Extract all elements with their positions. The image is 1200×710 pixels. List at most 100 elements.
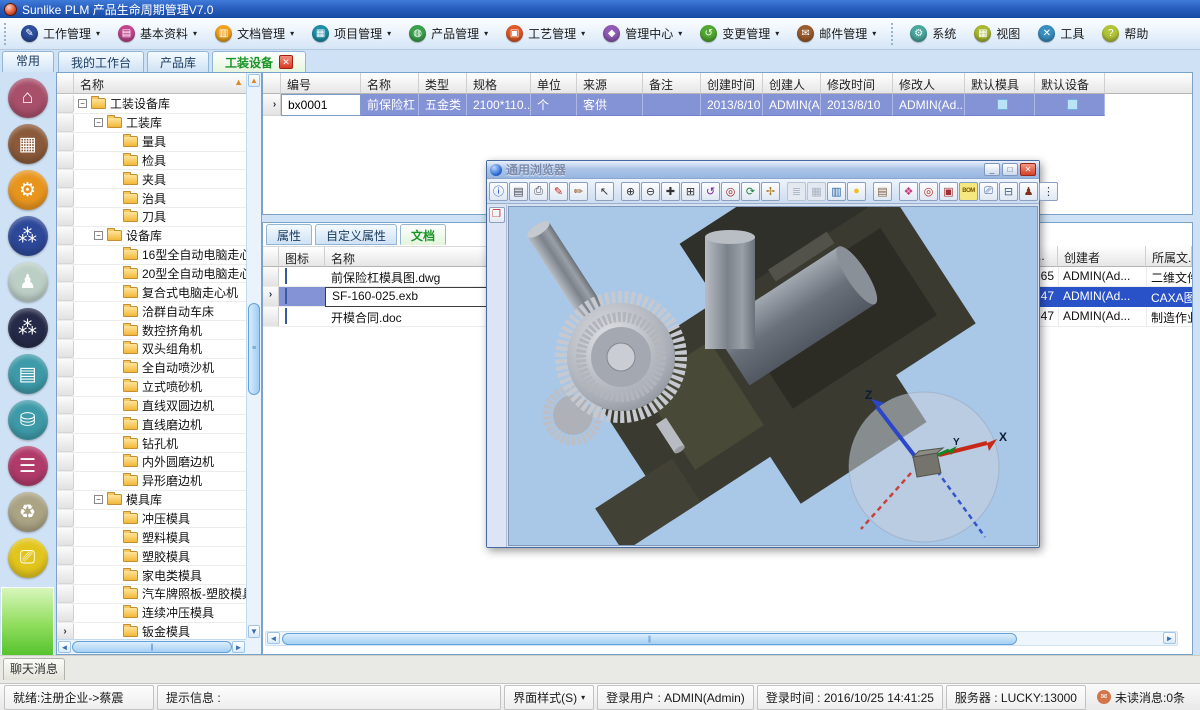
tree-vscroll-thumb[interactable]: ≡	[248, 303, 260, 395]
tree-row-selector[interactable]	[57, 491, 74, 509]
document-row[interactable]: 前保险杠模具图.dwg	[263, 267, 493, 287]
tree-row-selector[interactable]: ›	[57, 623, 74, 639]
refresh-icon[interactable]: ⟳	[741, 182, 760, 201]
tree-row-selector[interactable]	[57, 208, 74, 226]
tree-row-selector[interactable]	[57, 359, 74, 377]
menu-item-文档管理[interactable]: ▥文档管理▾	[206, 22, 303, 45]
tree-row-selector[interactable]	[57, 152, 74, 170]
doc-column-名称[interactable]: 名称	[325, 246, 491, 267]
meta-row[interactable]: 47ADMIN(Ad...制造作业	[1032, 307, 1192, 327]
tree-row-selector[interactable]	[57, 415, 74, 433]
tree-column-header[interactable]: 名称 ▲	[57, 73, 246, 94]
tree-row-selector[interactable]	[57, 189, 74, 207]
grid-column-修改时间[interactable]: 修改时间	[821, 73, 893, 94]
pan-hand-icon[interactable]: ✢	[761, 182, 780, 201]
sidebar-header-tab[interactable]: 常用	[2, 51, 54, 72]
tree-row-selector[interactable]	[57, 246, 74, 264]
tree-item[interactable]: 复合式电脑走心机	[57, 283, 246, 302]
close-button[interactable]: ✕	[1020, 163, 1036, 176]
tree-item[interactable]: 家电类模具	[57, 566, 246, 585]
tree-row-selector[interactable]	[57, 114, 74, 132]
tree-item[interactable]: 治具	[57, 189, 246, 208]
menu-item-帮助[interactable]: ?帮助	[1093, 22, 1157, 45]
menu-item-产品管理[interactable]: ◍产品管理▾	[400, 22, 497, 45]
tree-item[interactable]: 全自动喷沙机	[57, 359, 246, 378]
checkbox-默认模具[interactable]	[997, 99, 1008, 110]
detail-tab-属性[interactable]: 属性	[266, 224, 312, 245]
menu-item-基本资料[interactable]: ▤基本资料▾	[109, 22, 206, 45]
compare-icon[interactable]: ❖	[899, 182, 918, 201]
numbered-list-icon[interactable]: ☰	[8, 446, 48, 486]
monitor-view-icon[interactable]: ⎚	[979, 182, 998, 201]
menu-item-项目管理[interactable]: ▦项目管理▾	[303, 22, 400, 45]
tree-item[interactable]: 夹具	[57, 170, 246, 189]
more-icon[interactable]: ⋮	[1039, 182, 1058, 201]
tree-row-selector[interactable]	[57, 510, 74, 528]
company-library-icon[interactable]: ⌂	[8, 78, 48, 118]
tree-row-selector[interactable]	[57, 302, 74, 320]
meta-column-1[interactable]: 创建者	[1058, 246, 1146, 267]
menu-item-邮件管理[interactable]: ✉邮件管理▾	[788, 22, 885, 45]
tree-expander-icon[interactable]: −	[94, 231, 103, 240]
tree-item[interactable]: 汽车牌照板-塑胶模具	[57, 585, 246, 604]
tree-expander-icon[interactable]: −	[78, 99, 87, 108]
tree-item[interactable]: 塑胶模具	[57, 547, 246, 566]
tree-item[interactable]: 冲压模具	[57, 510, 246, 529]
doc-column-图标[interactable]: 图标	[279, 246, 325, 267]
tree-item[interactable]: ›钣金模具	[57, 623, 246, 639]
menu-item-工具[interactable]: ✕工具	[1029, 22, 1093, 45]
scroll-left-icon[interactable]: ◄	[267, 632, 280, 644]
3d-viewport[interactable]: Z X Y	[508, 206, 1038, 546]
tree-item[interactable]: 20型全自动电脑走心机	[57, 265, 246, 284]
doc-row-selector[interactable]	[263, 267, 279, 287]
trash-icon[interactable]: ♻	[8, 492, 48, 532]
tree-row-selector[interactable]	[57, 472, 74, 490]
tree-item[interactable]: 钻孔机	[57, 434, 246, 453]
grid-column-来源[interactable]: 来源	[577, 73, 643, 94]
tab-close-icon[interactable]: ✕	[279, 55, 293, 69]
tree-item[interactable]: 双头组角机	[57, 340, 246, 359]
tree-row-selector[interactable]	[57, 585, 74, 603]
tree-view-icon[interactable]: ⊟	[999, 182, 1018, 201]
preview-icon[interactable]: ▤	[509, 182, 528, 201]
tree-item[interactable]: 刀具	[57, 208, 246, 227]
render-mode-icon[interactable]: ▥	[827, 182, 846, 201]
materials-icon[interactable]: ▦	[8, 124, 48, 164]
edit-doc-icon[interactable]: ✏	[569, 182, 588, 201]
grid-column-创建时间[interactable]: 创建时间	[701, 73, 763, 94]
scroll-down-icon[interactable]: ▼	[248, 625, 260, 638]
tree-row-selector[interactable]	[57, 133, 74, 151]
meta-column-2[interactable]: 所属文..	[1146, 246, 1192, 267]
grid-column-创建人[interactable]: 创建人	[763, 73, 821, 94]
grid-column-名称[interactable]: 名称	[361, 73, 419, 94]
ui-style-dropdown[interactable]: 界面样式(S)▾	[504, 685, 594, 710]
tree-expander-icon[interactable]: −	[94, 118, 103, 127]
tree-expander-icon[interactable]: −	[94, 495, 103, 504]
doc-row-selector[interactable]	[263, 307, 279, 327]
grid-column-单位[interactable]: 单位	[531, 73, 577, 94]
tree-row-selector[interactable]	[57, 340, 74, 358]
bom-icon[interactable]: BOM	[959, 182, 978, 201]
scroll-right-icon[interactable]: ►	[232, 641, 245, 653]
tree-row-selector[interactable]	[57, 170, 74, 188]
grid-column-规格[interactable]: 规格	[467, 73, 531, 94]
unread-messages[interactable]: ✉未读消息:0条	[1089, 686, 1193, 709]
document-row[interactable]: 开模合同.doc	[263, 307, 493, 327]
tree-item[interactable]: −工装库	[57, 114, 246, 133]
notes-icon[interactable]: ▤	[873, 182, 892, 201]
tree-row-selector[interactable]	[57, 321, 74, 339]
tree-item[interactable]: 连续冲压模具	[57, 604, 246, 623]
grid-column-修改人[interactable]: 修改人	[893, 73, 965, 94]
tree-row-selector[interactable]	[57, 528, 74, 546]
tree-item[interactable]: 量具	[57, 133, 246, 152]
tree-hscroll-thumb[interactable]: ∥	[72, 641, 232, 653]
zoom-fit-icon[interactable]: ✚	[661, 182, 680, 201]
rotate-icon[interactable]: ↺	[701, 182, 720, 201]
maximize-button[interactable]: □	[1002, 163, 1018, 176]
tree-item[interactable]: 16型全自动电脑走心机	[57, 246, 246, 265]
tab-我的工作台[interactable]: 我的工作台	[58, 51, 144, 72]
tree-row-selector[interactable]	[57, 283, 74, 301]
light-icon[interactable]: ●	[847, 182, 866, 201]
zoom-out-icon[interactable]: ⊖	[641, 182, 660, 201]
document-row[interactable]: ›SF-160-025.exb	[263, 287, 493, 307]
